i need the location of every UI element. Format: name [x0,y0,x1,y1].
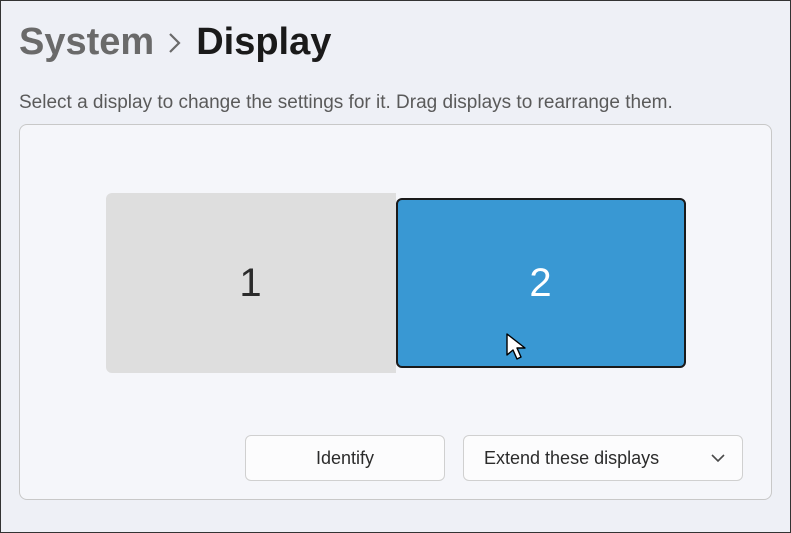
dropdown-label: Extend these displays [484,448,659,469]
display-monitor-1[interactable]: 1 [106,193,396,373]
breadcrumb: System Display [19,21,772,64]
controls-row: Identify Extend these displays [42,435,749,481]
cursor-icon [506,326,528,371]
display-arrange-panel: 1 2 Identify Extend these displays [19,124,772,500]
page-title: Display [196,21,331,64]
chevron-right-icon [168,30,182,61]
display-label: 1 [239,261,261,306]
displays-area[interactable]: 1 2 [42,153,749,413]
identify-button[interactable]: Identify [245,435,445,481]
hint-text: Select a display to change the settings … [19,92,772,114]
breadcrumb-parent[interactable]: System [19,21,154,64]
button-label: Identify [316,448,374,469]
chevron-down-icon [710,453,726,463]
display-monitor-2[interactable]: 2 [396,198,686,368]
display-mode-dropdown[interactable]: Extend these displays [463,435,743,481]
display-label: 2 [529,261,551,306]
